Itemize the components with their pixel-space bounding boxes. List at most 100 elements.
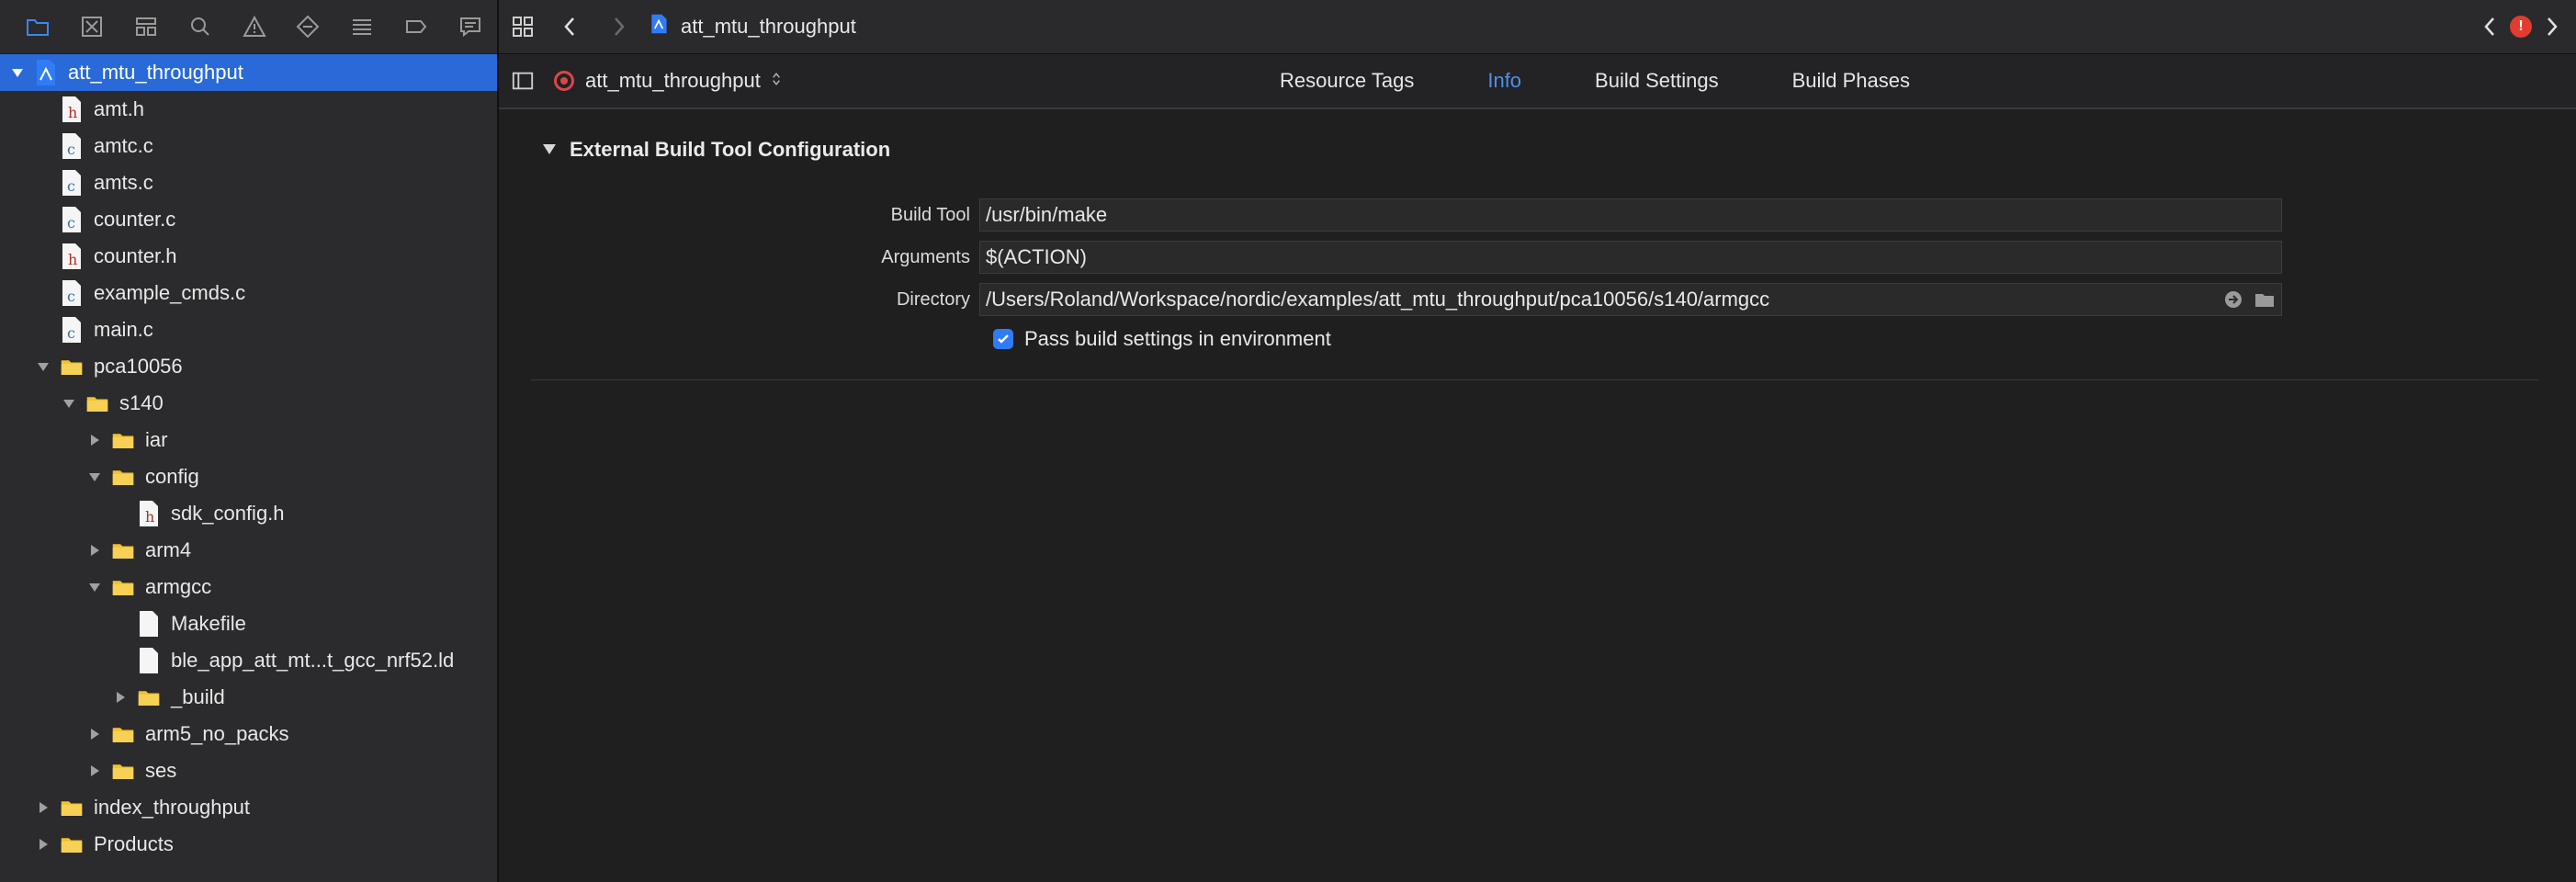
- build-tool-field[interactable]: /usr/bin/make: [979, 198, 2282, 232]
- project-item[interactable]: att_mtu_throughput: [0, 54, 497, 91]
- file-item[interactable]: h counter.h: [0, 238, 497, 275]
- tree-item-label: Products: [94, 832, 174, 855]
- checkmark-icon: [998, 334, 1009, 344]
- tab-build-phases[interactable]: Build Phases: [1756, 69, 1947, 93]
- folder-item[interactable]: s140: [0, 385, 497, 422]
- folder-item[interactable]: arm5_no_packs: [0, 716, 497, 752]
- folder-icon: [112, 426, 134, 454]
- folder-icon[interactable]: [11, 0, 65, 53]
- folder-item[interactable]: arm4: [0, 532, 497, 569]
- disclosure-open-icon[interactable]: [9, 64, 26, 81]
- error-badge[interactable]: !: [2510, 16, 2532, 38]
- folder-icon: [112, 573, 134, 601]
- tree-item-label: sdk_config.h: [171, 502, 285, 525]
- section-header[interactable]: External Build Tool Configuration: [531, 122, 2576, 177]
- disclosure-closed-icon[interactable]: [86, 432, 103, 448]
- tree-item-label: counter.h: [94, 244, 177, 267]
- tree-item-label: index_throughput: [94, 796, 251, 819]
- editor-jump-bar: att_mtu_throughput !: [499, 0, 2576, 54]
- svg-text:c: c: [67, 324, 75, 342]
- file-item[interactable]: c amts.c: [0, 164, 497, 201]
- comment-icon[interactable]: [443, 0, 497, 53]
- tree-item-label: arm4: [145, 538, 192, 561]
- file-item[interactable]: h sdk_config.h: [0, 495, 497, 532]
- file-item[interactable]: c example_cmds.c: [0, 275, 497, 311]
- folder-item[interactable]: ses: [0, 752, 497, 789]
- disclosure-open-icon[interactable]: [35, 358, 51, 375]
- c-file-icon: c: [61, 279, 83, 307]
- directory-accessories: [2222, 288, 2276, 316]
- folder-item[interactable]: pca10056: [0, 348, 497, 385]
- svg-text:c: c: [67, 214, 75, 232]
- arguments-row: Arguments $(ACTION): [531, 236, 2576, 278]
- back-chevron-icon[interactable]: [547, 0, 594, 53]
- arguments-field[interactable]: $(ACTION): [979, 241, 2282, 274]
- disclosure-closed-icon[interactable]: [86, 542, 103, 559]
- source-control-icon[interactable]: [65, 0, 119, 53]
- issue-navigator: !: [2475, 0, 2576, 53]
- tree-item-label: iar: [145, 428, 168, 451]
- hierarchy-icon[interactable]: [119, 0, 174, 53]
- svg-text:c: c: [67, 141, 75, 158]
- disclosure-closed-icon[interactable]: [86, 726, 103, 742]
- disclosure-closed-icon[interactable]: [35, 799, 51, 816]
- tree-item-label: armgcc: [145, 575, 212, 598]
- section-title: External Build Tool Configuration: [570, 138, 891, 161]
- folder-icon: [61, 794, 83, 821]
- folder-icon: [86, 390, 108, 417]
- folder-item[interactable]: Products: [0, 826, 497, 863]
- file-item[interactable]: c counter.c: [0, 201, 497, 238]
- folder-item[interactable]: index_throughput: [0, 789, 497, 826]
- file-item[interactable]: ble_app_att_mt...t_gcc_nrf52.ld: [0, 642, 497, 679]
- target-selector[interactable]: att_mtu_throughput: [554, 69, 781, 93]
- tab-resource-tags[interactable]: Resource Tags: [1243, 69, 1451, 93]
- next-issue-icon[interactable]: [2536, 0, 2567, 53]
- disclosure-closed-icon[interactable]: [86, 763, 103, 779]
- editor-area: att_mtu_throughput ! att_mtu_throughput: [499, 0, 2576, 882]
- file-item[interactable]: c amtc.c: [0, 128, 497, 164]
- project-file-icon: [648, 11, 670, 42]
- project-file-icon: [35, 59, 57, 86]
- sidebar-toggle-icon[interactable]: [504, 54, 541, 107]
- choose-folder-icon[interactable]: [2254, 288, 2276, 316]
- folder-item[interactable]: config: [0, 458, 497, 495]
- directory-field[interactable]: /Users/Roland/Workspace/nordic/examples/…: [979, 283, 2282, 316]
- go-arrow-icon[interactable]: [2222, 288, 2244, 316]
- forward-chevron-icon[interactable]: [594, 0, 642, 53]
- tree-item-label: s140: [119, 391, 164, 414]
- info-content: External Build Tool Configuration Build …: [499, 122, 2576, 380]
- file-item[interactable]: c main.c: [0, 311, 497, 348]
- project-navigator: att_mtu_throughput h amt.h c amtc.c c amts.c c c…: [0, 0, 499, 882]
- list-icon[interactable]: [335, 0, 390, 53]
- disclosure-closed-icon[interactable]: [112, 689, 129, 706]
- grid-icon[interactable]: [499, 0, 547, 53]
- tab-build-settings[interactable]: Build Settings: [1558, 69, 1756, 93]
- breadcrumb[interactable]: att_mtu_throughput: [648, 11, 856, 42]
- file-item[interactable]: h amt.h: [0, 91, 497, 128]
- tree-item-label: _build: [171, 685, 225, 708]
- disclosure-open-icon: [542, 138, 557, 162]
- previous-issue-icon[interactable]: [2475, 0, 2506, 53]
- tree-item-label: amtc.c: [94, 134, 153, 157]
- file-item[interactable]: Makefile: [0, 605, 497, 642]
- up-down-chevron-icon: [772, 69, 781, 93]
- directory-row: Directory /Users/Roland/Workspace/nordic…: [531, 278, 2576, 321]
- pass-env-checkbox[interactable]: [993, 329, 1013, 349]
- disclosure-open-icon[interactable]: [86, 579, 103, 595]
- target-tabbar: att_mtu_throughput Resource Tags Info Bu…: [499, 54, 2576, 109]
- folder-item[interactable]: armgcc: [0, 569, 497, 605]
- tab-info[interactable]: Info: [1451, 69, 1558, 93]
- search-icon[interactable]: [173, 0, 227, 53]
- test-diamond-icon[interactable]: [281, 0, 335, 53]
- warning-icon[interactable]: [227, 0, 281, 53]
- disclosure-open-icon[interactable]: [86, 469, 103, 485]
- folder-item[interactable]: iar: [0, 422, 497, 458]
- tag-icon[interactable]: [389, 0, 443, 53]
- disclosure-open-icon[interactable]: [61, 395, 77, 412]
- svg-text:c: c: [67, 177, 75, 195]
- folder-item[interactable]: _build: [0, 679, 497, 716]
- disclosure-closed-icon[interactable]: [35, 836, 51, 853]
